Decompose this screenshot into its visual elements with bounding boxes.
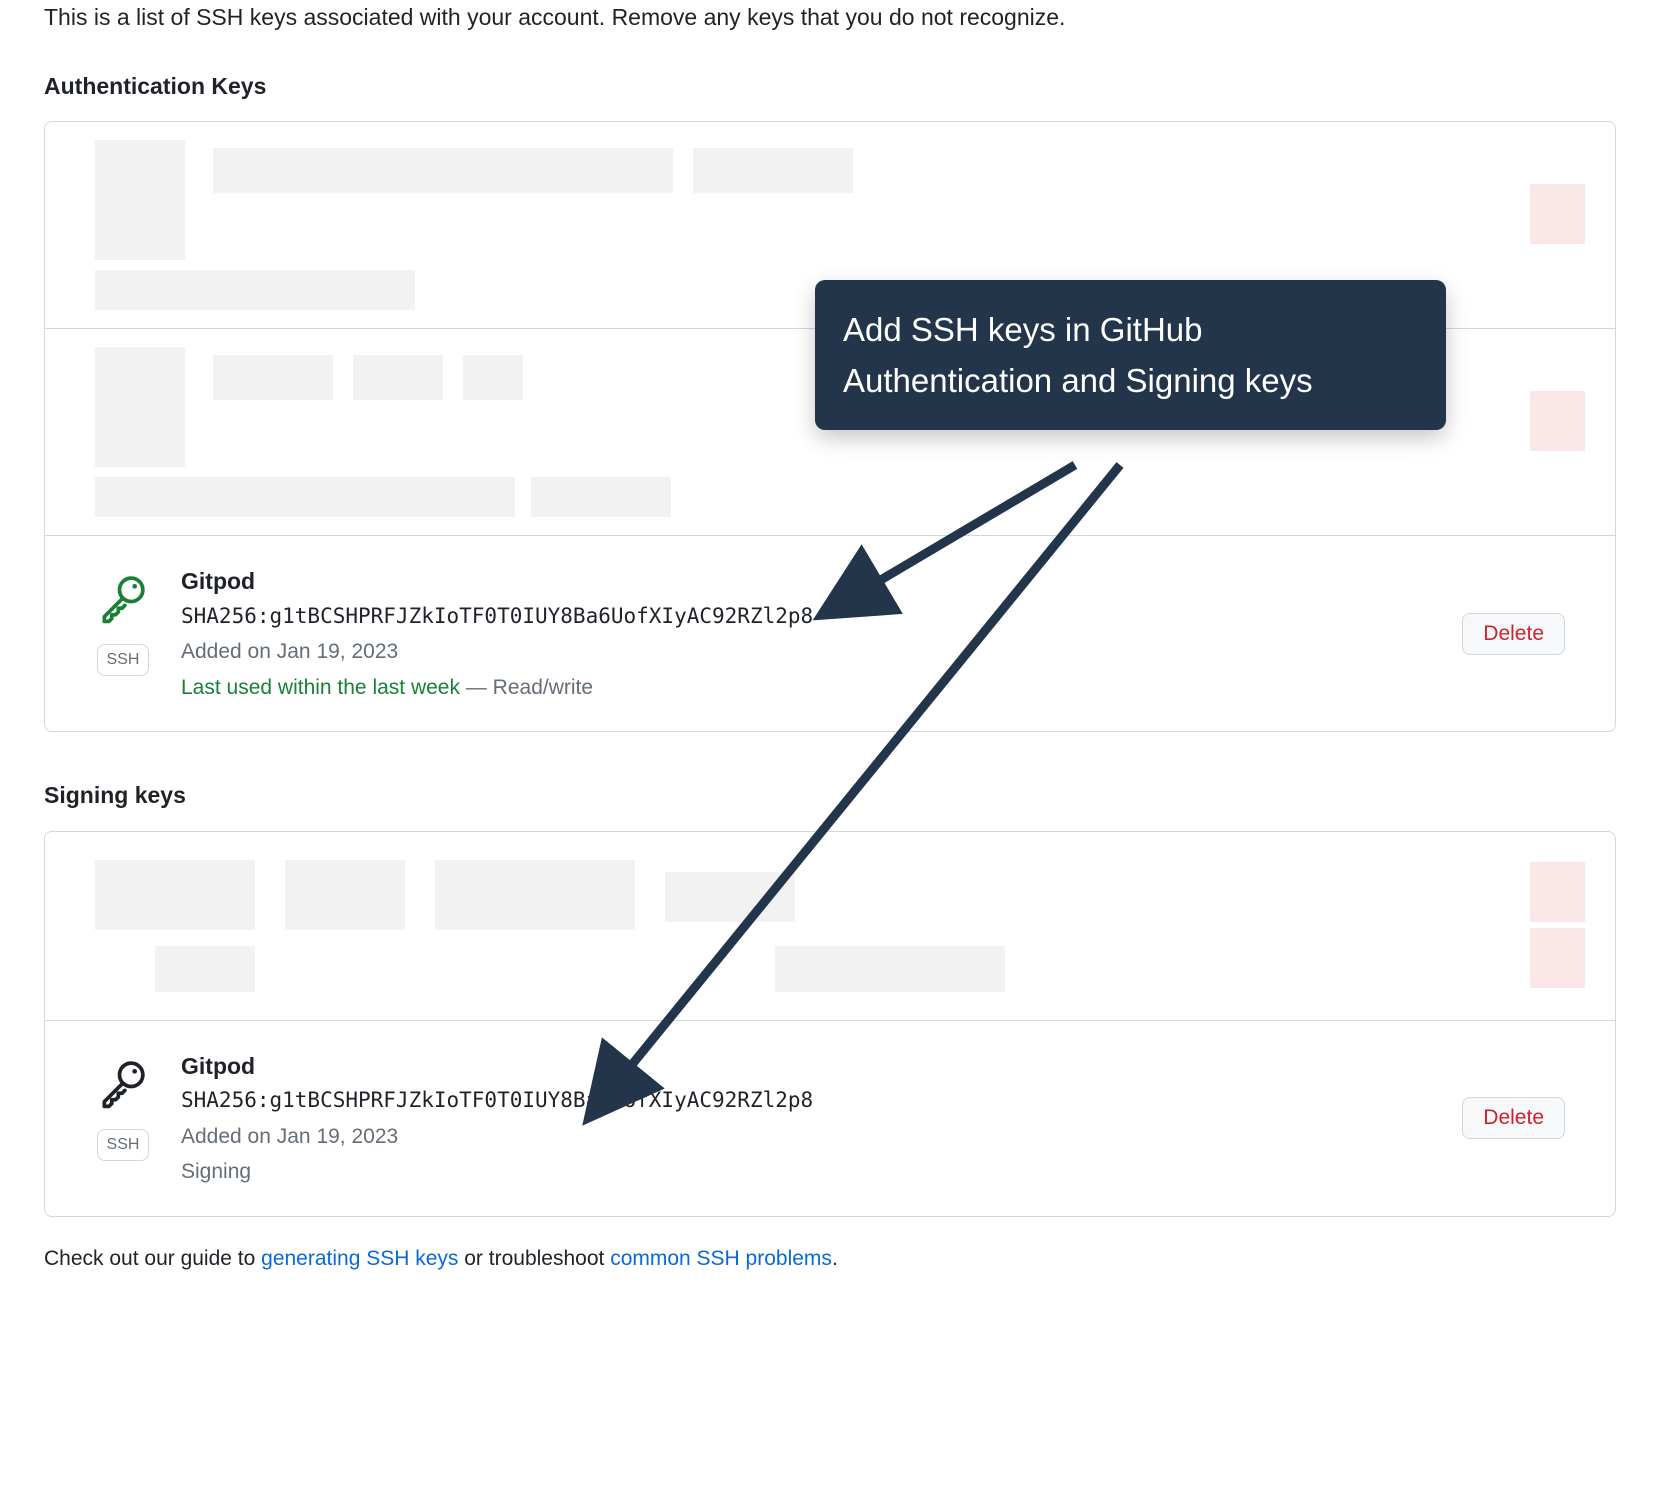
key-fingerprint: SHA256:g1tBCSHPRFJZkIoTF0T0IUY8Ba6UofXIy… — [181, 1085, 1432, 1117]
key-fingerprint: SHA256:g1tBCSHPRFJZkIoTF0T0IUY8Ba6UofXIy… — [181, 601, 1432, 633]
signing-key-row: SSH Gitpod SHA256:g1tBCSHPRFJZkIoTF0T0IU… — [45, 1021, 1615, 1216]
signing-keys-box: SSH Gitpod SHA256:g1tBCSHPRFJZkIoTF0T0IU… — [44, 831, 1616, 1217]
delete-button[interactable]: Delete — [1462, 613, 1565, 655]
ssh-badge: SSH — [97, 1129, 150, 1161]
key-last-used: Last used within the last week — [181, 676, 460, 699]
delete-button[interactable]: Delete — [1462, 1097, 1565, 1139]
intro-text: This is a list of SSH keys associated wi… — [44, 0, 1616, 35]
auth-key-row: SSH Gitpod SHA256:g1tBCSHPRFJZkIoTF0T0IU… — [45, 536, 1615, 731]
generating-ssh-keys-link[interactable]: generating SSH keys — [261, 1247, 458, 1270]
key-usage: Signing — [181, 1156, 1432, 1188]
key-added: Added on Jan 19, 2023 — [181, 636, 1432, 668]
signing-keys-heading: Signing keys — [44, 778, 1616, 813]
key-title: Gitpod — [181, 1049, 1432, 1084]
key-added: Added on Jan 19, 2023 — [181, 1121, 1432, 1153]
annotation-callout: Add SSH keys in GitHub Authentication an… — [815, 280, 1446, 430]
key-title: Gitpod — [181, 564, 1432, 599]
signing-key-placeholder — [45, 832, 1615, 1021]
ssh-badge: SSH — [97, 644, 150, 676]
common-ssh-problems-link[interactable]: common SSH problems — [610, 1247, 832, 1270]
auth-keys-heading: Authentication Keys — [44, 69, 1616, 104]
key-icon — [95, 570, 151, 626]
footer-text: Check out our guide to generating SSH ke… — [44, 1243, 1616, 1275]
key-usage: Last used within the last week — Read/wr… — [181, 672, 1432, 704]
key-access: Read/write — [493, 676, 593, 699]
key-icon — [95, 1055, 151, 1111]
